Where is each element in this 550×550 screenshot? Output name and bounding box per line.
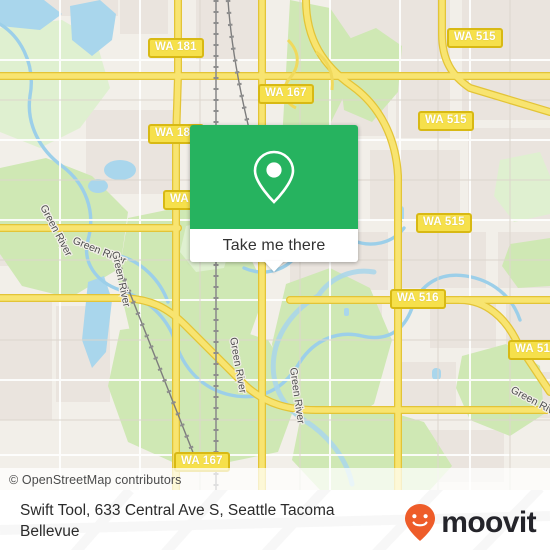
road-shield: WA 515 [447, 28, 503, 48]
road-shield: WA 516 [390, 289, 446, 309]
road-shield: WA 515 [418, 111, 474, 131]
road-shield: WA 181 [148, 38, 204, 58]
road-shield: WA 516 [508, 340, 550, 360]
moovit-pin-smiley-icon [405, 504, 436, 541]
map-result-screenshot: Green River Green River Green River Green R… [0, 0, 550, 550]
road-shield-label: WA 516 [515, 343, 550, 355]
river-label: Green River [109, 250, 133, 308]
road-shield-label: WA 167 [181, 455, 223, 467]
road-shield-label: WA 515 [423, 216, 465, 228]
moovit-wordmark: moovit [441, 506, 536, 539]
river-label: Green River [287, 367, 307, 425]
moovit-logo[interactable]: moovit [403, 503, 537, 543]
map-pin-icon [253, 150, 295, 204]
road-shield: WA 167 [258, 84, 314, 104]
take-me-there-label[interactable]: Take me there [223, 237, 326, 255]
road-shield-label: WA 181 [155, 41, 197, 53]
place-name: Swift Tool, 633 Central Ave S, Seattle T… [20, 502, 335, 540]
callout-pointer [264, 261, 284, 272]
river-label: Green River [227, 336, 249, 394]
road-shield-label: WA 515 [425, 114, 467, 126]
road-shield: WA 515 [416, 213, 472, 233]
location-callout-card[interactable]: Take me there [190, 125, 358, 272]
bottom-info-bar: Swift Tool, 633 Central Ave S, Seattle T… [0, 490, 550, 550]
road-shield-label: WA 516 [397, 292, 439, 304]
road-shield-label: WA 167 [265, 87, 307, 99]
river-label: Green River [37, 203, 74, 259]
road-shield-label: WA 515 [454, 31, 496, 43]
river-label: Green River [509, 384, 550, 421]
osm-attribution[interactable]: © OpenStreetMap contributors [9, 473, 182, 487]
callout-action-area[interactable]: Take me there [190, 229, 358, 262]
callout-icon-area [190, 125, 358, 229]
